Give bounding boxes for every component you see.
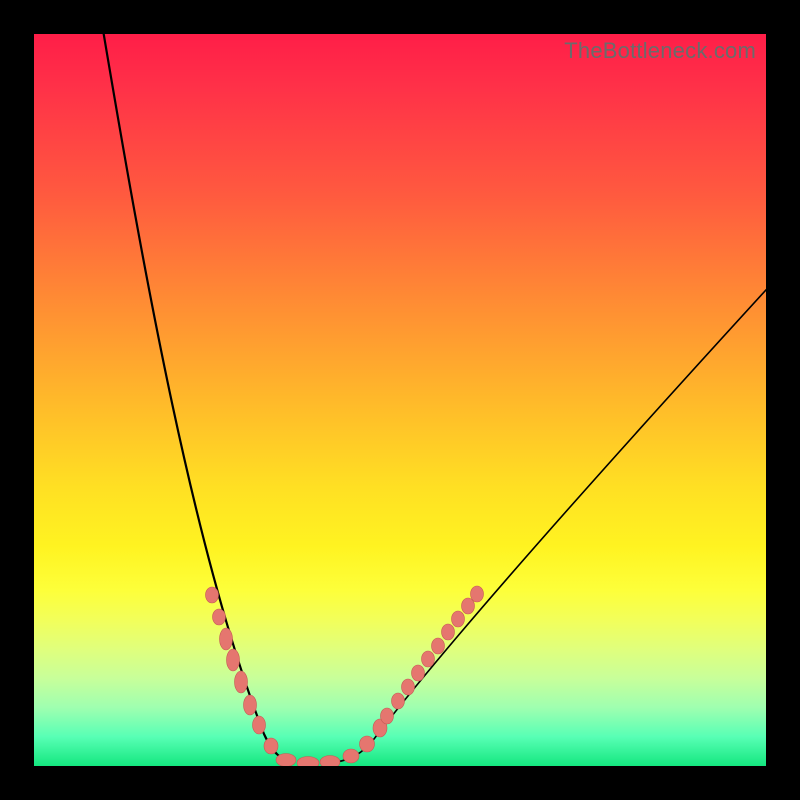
dot-right-0: [343, 749, 359, 763]
left-curve: [102, 34, 292, 762]
dot-left-6: [253, 716, 266, 734]
dot-bottom-2: [320, 756, 340, 767]
dot-right-10: [452, 611, 465, 627]
dot-right-1: [360, 736, 375, 752]
outer-frame: TheBottleneck.com: [0, 0, 800, 800]
plot-area: TheBottleneck.com: [34, 34, 766, 766]
dot-right-7: [422, 651, 435, 667]
dot-left-0: [206, 587, 219, 603]
dot-right-3: [381, 708, 394, 724]
dot-bottom-1: [297, 757, 319, 767]
dot-right-4: [392, 693, 405, 709]
dot-right-9: [442, 624, 455, 640]
dot-bottom-0: [276, 754, 296, 767]
dot-right-12: [471, 586, 484, 602]
dot-right-5: [402, 679, 415, 695]
dot-right-11: [462, 598, 475, 614]
dot-right-6: [412, 665, 425, 681]
right-curve: [336, 279, 766, 762]
dot-left-3: [227, 649, 240, 671]
dot-left-7: [264, 738, 278, 754]
data-dots: [206, 586, 484, 766]
dot-left-1: [213, 609, 226, 625]
chart-svg: [34, 34, 766, 766]
dot-left-5: [244, 695, 257, 715]
dot-left-2: [220, 628, 233, 650]
dot-left-4: [235, 671, 248, 693]
dot-right-8: [432, 638, 445, 654]
